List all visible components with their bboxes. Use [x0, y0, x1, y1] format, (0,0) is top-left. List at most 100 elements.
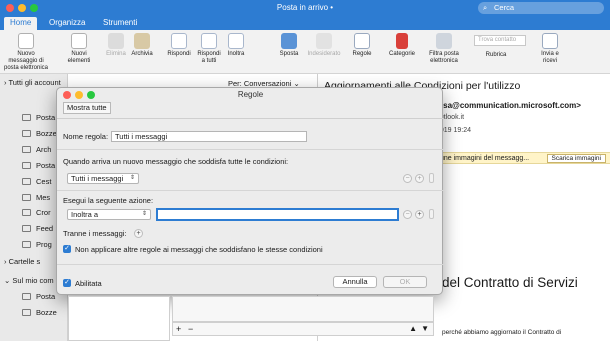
sidebar-folder[interactable]: Arch [22, 145, 51, 154]
sidebar-folder[interactable]: Bozze [22, 308, 57, 317]
forward-label: Inoltra [227, 51, 245, 57]
folder-icon [281, 33, 297, 49]
condition-select[interactable]: Tutti i messaggi ⇕ [67, 173, 139, 184]
divider [57, 190, 444, 191]
except-label: Tranne i messaggi: [63, 229, 127, 238]
delete-button[interactable]: Elimina [104, 33, 128, 58]
enabled-label: Abilitata [75, 279, 102, 288]
reply-all-button[interactable]: Rispondi a tutti [195, 33, 223, 65]
enabled-checkbox[interactable]: ✓ [63, 279, 71, 287]
search-input[interactable]: ⌕ Cerca [478, 2, 604, 14]
sent-icon [22, 162, 31, 169]
folder-icon [22, 241, 31, 248]
new-message-button[interactable]: Nuovo messaggio di posta elettronica [3, 33, 49, 72]
move-label: Sposta [279, 51, 299, 57]
new-mail-icon [18, 33, 34, 49]
add-condition-button[interactable]: + [415, 174, 424, 183]
archive-button[interactable]: Archivia [128, 33, 156, 58]
download-images-button[interactable]: Scarica immagini [546, 154, 606, 163]
message-body: perché abbiamo aggiornato il Contratto d… [442, 329, 562, 336]
my-computer-header[interactable]: ⌄ Sul mio com [4, 276, 54, 285]
actions-scrollbar[interactable] [429, 209, 434, 219]
folder-label: Cror [36, 208, 51, 217]
reply-icon [171, 33, 187, 49]
reply-label: Rispondi [167, 51, 191, 57]
shared-folders-header[interactable]: › Cartelle s [4, 257, 40, 266]
external-images-text: une immagini del messagg... [440, 155, 530, 162]
archive-label: Archivia [131, 51, 153, 57]
forward-button[interactable]: Inoltra [223, 33, 249, 58]
add-action-button[interactable]: + [415, 210, 424, 219]
junk-button[interactable]: Indesiderato [306, 33, 342, 58]
rules-button[interactable]: Regole [349, 33, 375, 58]
show-all-button[interactable]: Mostra tutte [63, 102, 111, 114]
new-message-label: Nuovo messaggio di posta elettronica [3, 51, 49, 71]
sidebar-folder[interactable]: Bozze [22, 129, 57, 138]
folder-label: Posta [36, 113, 56, 122]
delete-label: Elimina [106, 51, 126, 57]
folder-icon [22, 209, 31, 216]
tab-organizza[interactable]: Organizza [43, 17, 91, 30]
dialog-title: Regole [237, 90, 264, 99]
folder-label: Posta [36, 292, 56, 301]
divider [57, 149, 444, 150]
sidebar-folder[interactable]: Feed [22, 224, 53, 233]
flag-icon [396, 33, 408, 49]
rules-list-panel[interactable] [68, 296, 170, 341]
categories-button[interactable]: Categorie [385, 33, 419, 58]
rule-name-field[interactable]: Tutti i messaggi [111, 131, 307, 142]
rule-name-label: Nome regola: [63, 132, 109, 141]
rules-icon [354, 33, 370, 49]
new-items-icon [71, 33, 87, 49]
inbox-icon [22, 114, 31, 121]
folder-label: Arch [36, 145, 52, 154]
folder-label: Mes [36, 193, 51, 202]
conditions-scrollbar[interactable] [429, 173, 434, 183]
all-accounts-label: Tutti gli account [8, 78, 61, 87]
chevron-right-icon: › [4, 257, 7, 266]
filter-label: Filtra posta elettronica [429, 51, 459, 64]
remove-action-button[interactable]: − [403, 210, 412, 219]
ok-button[interactable]: OK [383, 276, 427, 288]
tab-strumenti[interactable]: Strumenti [97, 17, 143, 30]
reply-button[interactable]: Rispondi [164, 33, 194, 58]
window-titlebar: Posta in arrivo • ⌕ Cerca [0, 0, 610, 16]
drafts-icon [22, 309, 31, 316]
sidebar-folder[interactable]: Cest [22, 177, 51, 186]
new-items-button[interactable]: Nuovi elementi [64, 33, 94, 65]
list-footer-toolbar: + − ▲ ▼ [172, 322, 434, 336]
move-button[interactable]: Sposta [276, 33, 302, 58]
address-book-button[interactable]: Rubrica [476, 52, 516, 59]
remove-condition-button[interactable]: − [403, 174, 412, 183]
cancel-button[interactable]: Annulla [333, 276, 377, 288]
move-rule-down-button[interactable]: ▼ [421, 324, 429, 333]
stop-rules-checkbox[interactable]: ✓ [63, 245, 71, 253]
sidebar-folder[interactable]: Cror [22, 208, 51, 217]
filter-icon [436, 33, 452, 49]
sidebar-folder[interactable]: Prog [22, 240, 52, 249]
find-contact-field[interactable]: Trova contatto [474, 35, 526, 46]
sidebar-folder[interactable]: Posta [22, 292, 55, 301]
remove-rule-button[interactable]: − [188, 324, 193, 334]
ribbon-tabs: Home Organizza Strumenti [0, 16, 610, 30]
sidebar-folder[interactable]: Posta [22, 113, 55, 122]
action-value: Inoltra a [71, 210, 99, 219]
move-rule-up-button[interactable]: ▲ [409, 324, 417, 333]
sidebar-folder[interactable]: Mes [22, 193, 50, 202]
send-receive-button[interactable]: Invia e ricevi [535, 33, 565, 65]
ribbon: Nuovo messaggio di posta elettronica Nuo… [0, 30, 610, 74]
folder-icon [22, 194, 31, 201]
sidebar-folder[interactable]: Posta [22, 161, 55, 170]
add-rule-button[interactable]: + [176, 324, 181, 334]
trash-icon [108, 33, 124, 49]
drafts-icon [22, 130, 31, 137]
reply-all-label: Rispondi a tutti [197, 51, 221, 64]
add-exception-button[interactable]: + [134, 229, 143, 238]
action-select[interactable]: Inoltra a ⇕ [67, 209, 151, 220]
send-receive-icon [542, 33, 558, 49]
tab-home[interactable]: Home [4, 17, 38, 30]
all-accounts-header[interactable]: › Tutti gli account [4, 78, 61, 87]
forward-to-field[interactable] [156, 208, 399, 221]
filter-button[interactable]: Filtra posta elettronica [424, 33, 464, 65]
folder-label: Posta [36, 161, 56, 170]
